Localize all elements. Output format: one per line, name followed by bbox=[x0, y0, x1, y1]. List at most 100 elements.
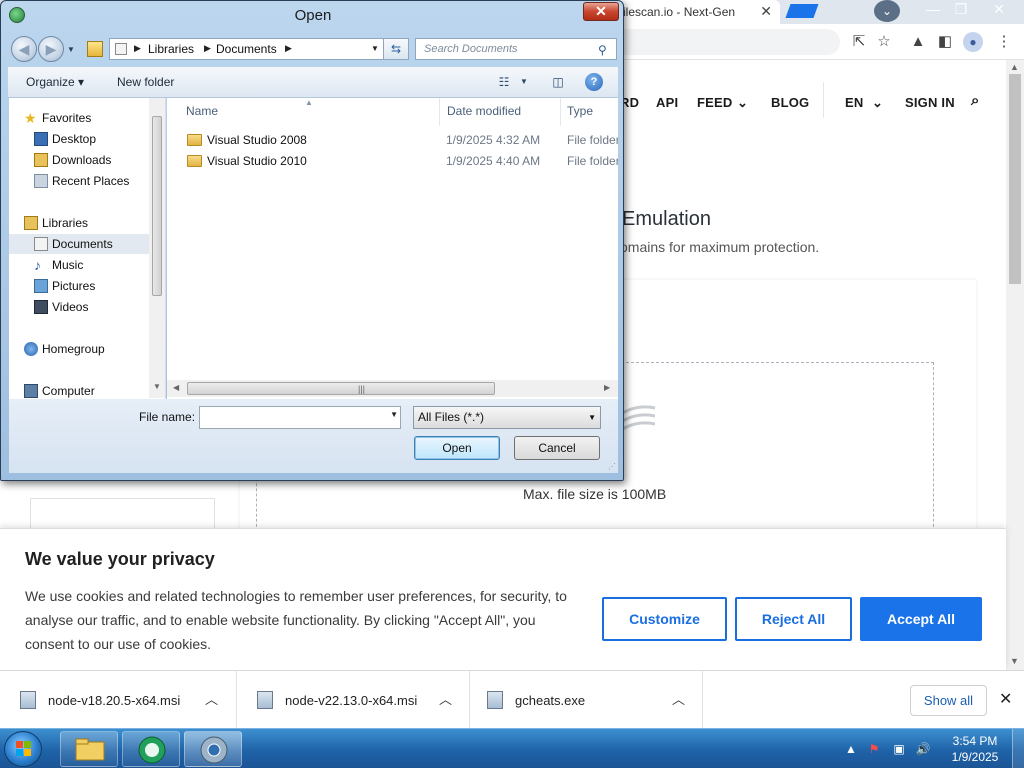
scroll-down-icon[interactable]: ▼ bbox=[153, 382, 161, 391]
nav-music[interactable]: ♪ Music bbox=[9, 255, 149, 275]
browser-tab[interactable]: ilescan.io - Next-Gen ✕ bbox=[605, 0, 780, 24]
dialog-close-button[interactable]: ✕ bbox=[583, 2, 619, 21]
page-scrollbar[interactable]: ▲ ▼ bbox=[1006, 60, 1024, 670]
minimize-button[interactable]: — bbox=[918, 0, 948, 20]
explorer-taskbar-button[interactable] bbox=[60, 731, 118, 767]
cancel-button[interactable]: Cancel bbox=[514, 436, 600, 460]
close-downloads-icon[interactable]: ✕ bbox=[999, 689, 1012, 709]
recent-locations-dropdown[interactable]: ▼ bbox=[67, 45, 75, 54]
nav-libraries[interactable]: Libraries bbox=[9, 213, 149, 233]
nav-feed[interactable]: FEED bbox=[697, 95, 732, 110]
navpane-scroll-thumb[interactable] bbox=[152, 116, 162, 296]
menu-icon[interactable]: ⋮ bbox=[994, 32, 1014, 52]
navpane-scrollbar[interactable]: ▼ bbox=[149, 98, 165, 398]
show-all-button[interactable]: Show all bbox=[910, 685, 987, 716]
tray-expand-icon[interactable]: ▲ bbox=[843, 741, 859, 757]
horizontal-scroll-thumb[interactable]: ||| bbox=[187, 382, 495, 395]
search-input[interactable]: Search Documents ⚲ bbox=[415, 38, 617, 60]
address-dropdown-icon[interactable]: ▼ bbox=[368, 41, 382, 57]
breadcrumb-libraries[interactable]: Libraries bbox=[148, 42, 194, 56]
scroll-thumb[interactable] bbox=[1009, 74, 1021, 284]
horizontal-scrollbar[interactable]: ◀ ||| ▶ bbox=[167, 380, 618, 397]
download-item[interactable]: node-v18.20.5-x64.msi ︿ bbox=[0, 671, 237, 729]
language-selector[interactable]: EN bbox=[845, 95, 863, 110]
nav-computer[interactable]: Computer bbox=[9, 381, 149, 399]
column-divider[interactable] bbox=[439, 98, 440, 126]
open-button[interactable]: Open bbox=[414, 436, 500, 460]
chevron-down-icon[interactable]: ⌄ bbox=[737, 95, 748, 111]
forward-button[interactable]: ▶ bbox=[38, 36, 64, 62]
search-icon[interactable]: ⌕ bbox=[971, 92, 980, 109]
nav-recent-places[interactable]: Recent Places bbox=[9, 171, 149, 191]
preview-pane-icon[interactable]: ◫ bbox=[549, 73, 567, 91]
extensions-icon[interactable]: ▲ bbox=[908, 32, 928, 52]
chevron-down-icon[interactable]: ⌄ bbox=[872, 95, 883, 111]
accept-all-button[interactable]: Accept All bbox=[860, 597, 982, 641]
column-name[interactable]: Name bbox=[186, 104, 218, 118]
download-item[interactable]: node-v22.13.0-x64.msi ︿ bbox=[237, 671, 470, 729]
scroll-down-icon[interactable]: ▼ bbox=[1010, 656, 1019, 666]
download-item[interactable]: gcheats.exe ︿ bbox=[470, 671, 703, 729]
nav-favorites[interactable]: ★ Favorites bbox=[9, 108, 149, 128]
nav-videos[interactable]: Videos bbox=[9, 297, 149, 317]
nav-blog[interactable]: BLOG bbox=[771, 95, 809, 110]
network-icon[interactable]: ▣ bbox=[891, 741, 907, 757]
clock[interactable]: 3:54 PM 1/9/2025 bbox=[945, 733, 1005, 765]
chevron-up-icon[interactable]: ︿ bbox=[439, 689, 452, 708]
chevron-down-icon[interactable]: ▼ bbox=[588, 407, 596, 428]
size-grip-icon[interactable]: ⋰ bbox=[608, 462, 616, 471]
nav-pictures[interactable]: Pictures bbox=[9, 276, 149, 296]
breadcrumb-arrow-icon[interactable]: ▶ bbox=[204, 43, 211, 54]
tab-close-icon[interactable]: ✕ bbox=[760, 3, 772, 20]
nav-api[interactable]: API bbox=[656, 95, 678, 110]
breadcrumb-documents[interactable]: Documents bbox=[216, 42, 277, 56]
nav-documents[interactable]: Documents bbox=[9, 234, 149, 254]
customize-button[interactable]: Customize bbox=[602, 597, 727, 641]
breadcrumb-arrow-icon[interactable]: ▶ bbox=[134, 43, 141, 54]
reject-all-button[interactable]: Reject All bbox=[735, 597, 852, 641]
table-row[interactable]: Visual Studio 2010 1/9/2025 4:40 AM File… bbox=[167, 151, 618, 172]
column-type[interactable]: Type bbox=[567, 104, 593, 118]
nav-desktop[interactable]: Desktop bbox=[9, 129, 149, 149]
maximize-button[interactable]: ❐ bbox=[946, 0, 976, 20]
table-row[interactable]: Visual Studio 2008 1/9/2025 4:32 AM File… bbox=[167, 130, 618, 151]
bookmark-star-icon[interactable]: ☆ bbox=[874, 32, 894, 52]
change-view-icon[interactable]: ☷ bbox=[495, 73, 513, 91]
organize-menu[interactable]: Organize ▾ bbox=[26, 75, 84, 89]
sign-in-link[interactable]: SIGN IN bbox=[905, 95, 955, 110]
chrome-taskbar-button[interactable] bbox=[184, 731, 242, 767]
up-folder-icon[interactable] bbox=[87, 41, 103, 57]
chevron-down-icon[interactable]: ▼ bbox=[390, 410, 398, 419]
address-bar[interactable] bbox=[600, 29, 840, 55]
back-button[interactable]: ◀ bbox=[11, 36, 37, 62]
action-center-icon[interactable]: ⚑ bbox=[866, 741, 882, 757]
scroll-right-icon[interactable]: ▶ bbox=[604, 383, 610, 392]
show-desktop-button[interactable] bbox=[1012, 729, 1024, 768]
app-taskbar-button[interactable] bbox=[122, 731, 180, 767]
new-tab-button[interactable] bbox=[785, 4, 819, 18]
file-name-input[interactable]: ▼ bbox=[199, 406, 401, 429]
close-window-button[interactable]: ✕ bbox=[984, 0, 1014, 20]
chevron-up-icon[interactable]: ︿ bbox=[205, 689, 218, 708]
nav-homegroup[interactable]: Homegroup bbox=[9, 339, 149, 359]
view-dropdown-icon[interactable]: ▼ bbox=[515, 73, 533, 91]
tab-search-button[interactable]: ⌄ bbox=[874, 0, 900, 22]
help-icon[interactable]: ? bbox=[585, 73, 603, 91]
address-breadcrumb[interactable]: ▶ Libraries ▶ Documents ▶ ▼ bbox=[109, 38, 409, 60]
chevron-up-icon[interactable]: ︿ bbox=[672, 689, 685, 708]
breadcrumb-arrow-icon[interactable]: ▶ bbox=[285, 43, 292, 54]
refresh-button[interactable]: ⇆ bbox=[383, 38, 409, 60]
scroll-left-icon[interactable]: ◀ bbox=[173, 383, 179, 392]
nav-downloads[interactable]: Downloads bbox=[9, 150, 149, 170]
new-folder-button[interactable]: New folder bbox=[117, 75, 174, 89]
profile-icon[interactable]: ● bbox=[963, 32, 983, 52]
scroll-up-icon[interactable]: ▲ bbox=[1010, 62, 1019, 72]
volume-icon[interactable]: 🔊 bbox=[915, 741, 931, 757]
column-divider[interactable] bbox=[560, 98, 561, 126]
share-icon[interactable]: ⇱ bbox=[849, 32, 869, 52]
column-date-modified[interactable]: Date modified bbox=[447, 104, 521, 118]
sidepanel-icon[interactable]: ◧ bbox=[935, 32, 955, 52]
start-button[interactable] bbox=[4, 731, 42, 767]
search-icon[interactable]: ⚲ bbox=[598, 43, 607, 57]
file-type-filter[interactable]: All Files (*.*) ▼ bbox=[413, 406, 601, 429]
